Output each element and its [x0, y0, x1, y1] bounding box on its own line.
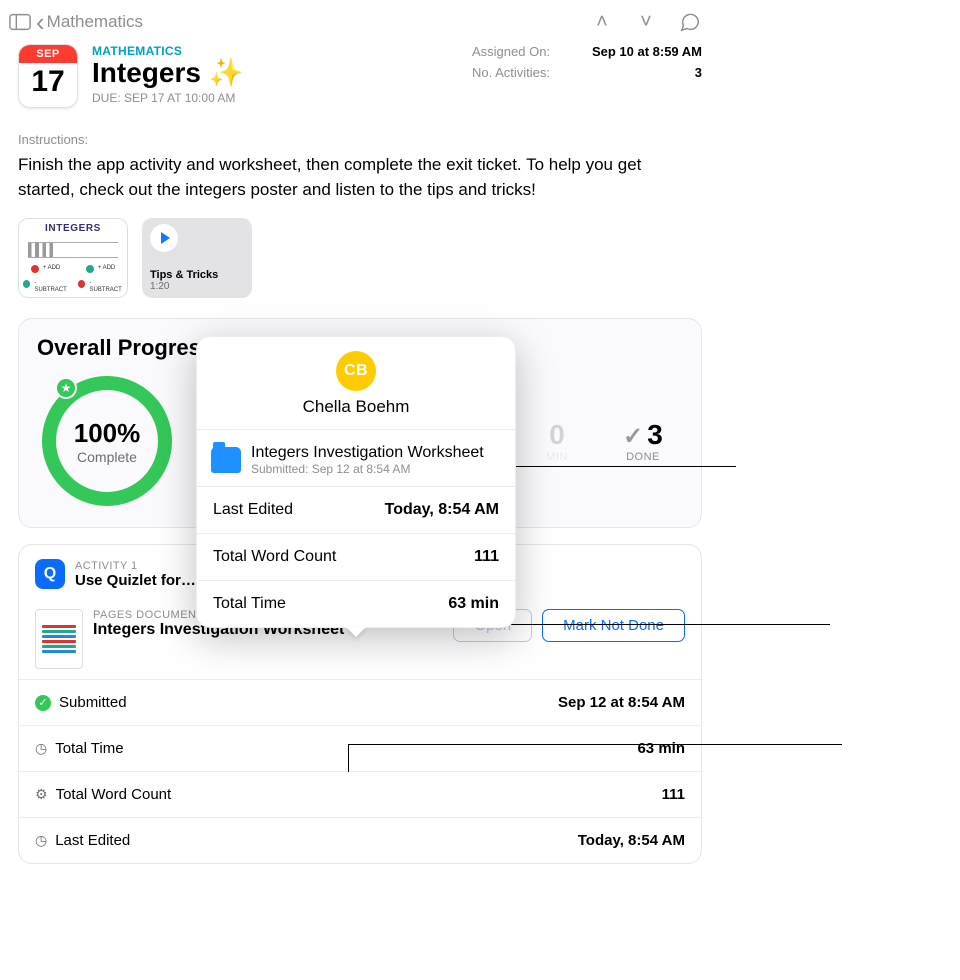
subject-tag: MATHEMATICS: [92, 44, 472, 58]
calendar-icon: SEP 17: [18, 44, 78, 108]
row-last-edited: ◷ Last Edited Today, 8:54 AM: [19, 818, 701, 863]
row-total-time: ◷ Total Time 63 min: [19, 726, 701, 772]
popover-file-sub: Submitted: Sep 12 at 8:54 AM: [251, 462, 484, 476]
callout-leader-2: [506, 624, 830, 625]
attachment-video[interactable]: Tips & Tricks 1:20: [142, 218, 252, 298]
document-thumbnail[interactable]: [35, 609, 83, 669]
calendar-day: 17: [19, 63, 77, 101]
instructions-body: Finish the app activity and worksheet, t…: [18, 153, 702, 202]
assigned-on-label: Assigned On:: [472, 44, 550, 59]
clock-icon: ◷: [35, 832, 47, 849]
back-button[interactable]: ‹ Mathematics: [36, 9, 143, 35]
popover-row-total-time: Total Time 63 min: [197, 580, 515, 627]
chat-icon[interactable]: [678, 12, 702, 32]
activity-title: Use Quizlet for…: [75, 572, 196, 589]
chevron-down-icon[interactable]: ˅: [634, 12, 658, 32]
calendar-month: SEP: [19, 45, 77, 63]
checkmark-icon: ✓: [623, 423, 643, 450]
stat-done: ✓3 DONE: [613, 419, 673, 463]
back-label: Mathematics: [47, 12, 143, 32]
progress-percent: 100%: [74, 418, 141, 449]
chevron-left-icon: ‹: [36, 9, 47, 35]
activities-count-value: 3: [695, 65, 702, 80]
row-submitted: ✓ Submitted Sep 12 at 8:54 AM: [19, 680, 701, 726]
video-duration: 1:20: [150, 281, 244, 292]
navbar: ‹ Mathematics ˄ ˅: [0, 0, 720, 44]
instructions-label: Instructions:: [18, 132, 702, 147]
activity-pre: ACTIVITY 1: [75, 560, 196, 572]
mark-not-done-button[interactable]: Mark Not Done: [542, 609, 685, 642]
stat-minutes: 0 MIN: [527, 419, 587, 463]
sidebar-toggle-icon[interactable]: [8, 12, 32, 32]
student-submission-popover: CB Chella Boehm Integers Investigation W…: [196, 336, 516, 628]
popover-file-row[interactable]: Integers Investigation Worksheet Submitt…: [197, 430, 515, 486]
callout-leader-3v: [348, 744, 349, 772]
check-circle-icon: ✓: [35, 695, 51, 711]
popover-row-last-edited: Last Edited Today, 8:54 AM: [197, 486, 515, 533]
row-word-count: ⚙ Total Word Count 111: [19, 772, 701, 818]
callout-leader-3: [348, 744, 842, 745]
assigned-on-value: Sep 10 at 8:59 AM: [592, 44, 702, 59]
clock-icon: ◷: [35, 740, 47, 757]
gear-outline-icon: ⚙: [35, 786, 48, 803]
quizlet-app-icon: Q: [35, 559, 65, 589]
due-line: DUE: SEP 17 AT 10:00 AM: [92, 91, 472, 105]
activities-count-label: No. Activities:: [472, 65, 550, 80]
assignment-meta: Assigned On: Sep 10 at 8:59 AM No. Activ…: [472, 44, 702, 86]
chevron-up-icon[interactable]: ˄: [590, 12, 614, 32]
student-name: Chella Boehm: [207, 397, 505, 417]
progress-percent-label: Complete: [77, 449, 137, 465]
poster-title: INTEGERS: [45, 223, 101, 234]
popover-file-title: Integers Investigation Worksheet: [251, 444, 484, 462]
popover-row-word-count: Total Word Count 111: [197, 533, 515, 580]
play-icon: [150, 224, 178, 252]
progress-ring: ★ 100% Complete: [37, 371, 177, 511]
avatar: CB: [336, 351, 376, 391]
attachment-poster[interactable]: INTEGERS + ADD + ADD - SUBTRACT - SUBTRA…: [18, 218, 128, 298]
video-title: Tips & Tricks: [150, 269, 244, 281]
assignment-title: Integers ✨: [92, 58, 472, 89]
folder-icon: [211, 447, 241, 473]
